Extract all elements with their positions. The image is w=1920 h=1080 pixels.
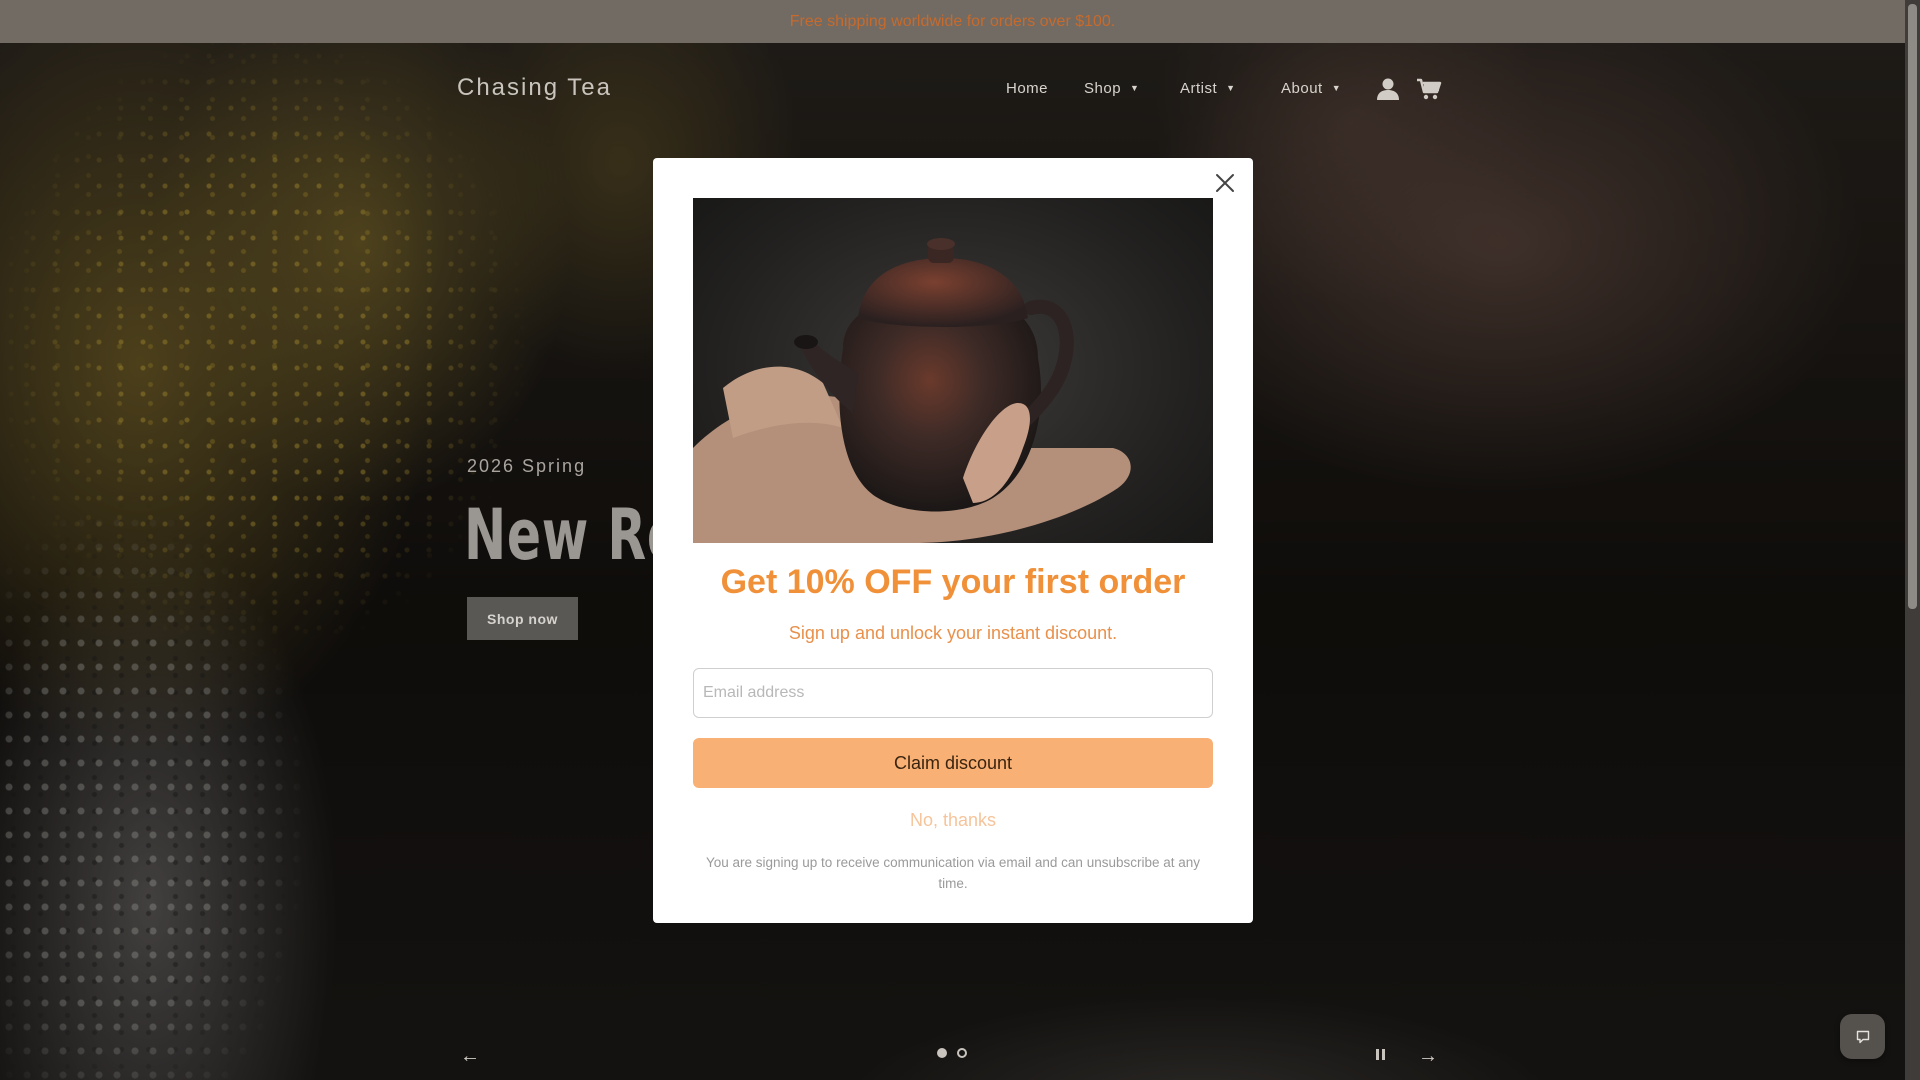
nav-label: Home: [1006, 80, 1049, 97]
nav-item-home[interactable]: Home: [1006, 80, 1048, 97]
teapot-illustration: [693, 238, 1131, 543]
nav-item-artist[interactable]: Artist ▼: [1180, 80, 1236, 97]
close-button[interactable]: [1211, 169, 1239, 197]
email-field[interactable]: [693, 668, 1213, 718]
popup-title: Get 10% OFF your first order: [720, 563, 1186, 601]
slide-dot-2[interactable]: [957, 1048, 967, 1058]
account-icon[interactable]: [1375, 77, 1401, 101]
popup-subtitle: Sign up and unlock your instant discount…: [788, 623, 1118, 643]
close-icon: [1216, 174, 1234, 192]
site-logo[interactable]: Chasing Tea: [457, 74, 612, 102]
hero-eyebrow: 2026 Spring: [467, 456, 587, 476]
caret-down-icon: ▼: [1331, 83, 1342, 93]
no-thanks-link[interactable]: No, thanks: [653, 810, 1253, 831]
chat-icon: [1856, 1030, 1869, 1043]
cart-icon[interactable]: [1416, 77, 1442, 101]
announcement-bar: Free shipping worldwide for orders over …: [0, 0, 1905, 43]
nav-label: About: [1281, 80, 1323, 97]
nav-label: Artist: [1180, 80, 1218, 97]
shop-now-button[interactable]: Shop now: [467, 597, 578, 640]
nav-item-about[interactable]: About ▼: [1281, 80, 1341, 97]
pause-icon[interactable]: [1376, 1049, 1385, 1060]
previous-slide-icon[interactable]: ←: [460, 1045, 480, 1068]
next-slide-icon[interactable]: →: [1418, 1045, 1438, 1068]
scrollbar-thumb[interactable]: [1908, 4, 1917, 609]
chat-button[interactable]: [1840, 1014, 1885, 1059]
announcement-text: Free shipping worldwide for orders over …: [789, 13, 1116, 30]
nav-item-shop[interactable]: Shop ▼: [1084, 80, 1139, 97]
legal-disclaimer: You are signing up to receive communicat…: [705, 855, 1201, 891]
slide-dot-1[interactable]: [937, 1048, 947, 1058]
caret-down-icon: ▼: [1130, 83, 1140, 93]
nav-label: Shop: [1084, 80, 1122, 97]
popup-image: [693, 198, 1213, 543]
caret-down-icon: ▼: [1226, 83, 1236, 93]
claim-discount-button[interactable]: Claim discount: [693, 738, 1213, 788]
